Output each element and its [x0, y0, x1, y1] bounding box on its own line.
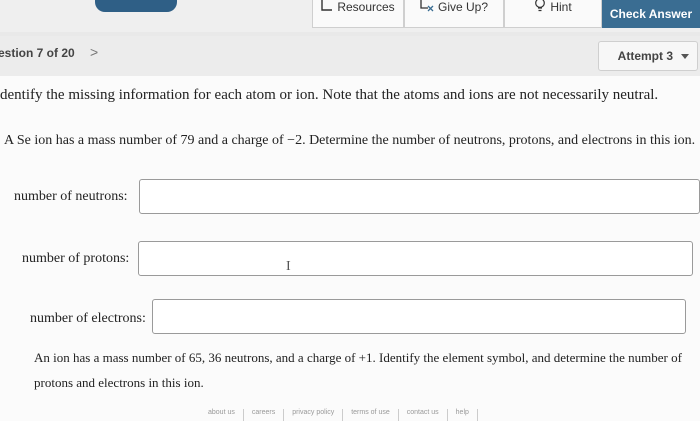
resources-label: Resources	[337, 0, 395, 14]
protons-label: number of protons:	[22, 251, 130, 266]
check-answer-button[interactable]: Check Answer	[602, 0, 700, 28]
hint-bulb-icon	[534, 0, 546, 15]
neutrons-input[interactable]	[139, 179, 700, 214]
electrons-input[interactable]	[152, 299, 686, 334]
give-up-icon	[420, 0, 434, 15]
question-nav-bar	[0, 36, 700, 76]
score-label	[0, 0, 90, 10]
footer-link-careers[interactable]: careers	[244, 409, 285, 421]
next-question-chevron-icon[interactable]: >	[90, 44, 98, 60]
footer-link-contact[interactable]: contact us	[399, 409, 448, 421]
hint-label: Hint	[550, 0, 572, 14]
instruction-text: dentify the missing information for each…	[0, 87, 659, 103]
electrons-label: number of electrons:	[30, 311, 146, 326]
footer-link-terms[interactable]: terms of use	[343, 409, 399, 421]
question-2-text: An ion has a mass number of 65, 36 neutr…	[34, 350, 682, 390]
question-counter: estion 7 of 20	[0, 46, 75, 60]
give-up-label: Give Up?	[437, 0, 489, 14]
attempt-label: Attempt 3	[617, 49, 673, 63]
text-cursor-icon: I	[286, 259, 291, 274]
caret-down-icon	[681, 49, 689, 63]
score-pill	[95, 0, 177, 12]
footer-link-privacy[interactable]: privacy policy	[284, 409, 344, 421]
footer-links: about us careers privacy policy terms of…	[200, 409, 478, 421]
resources-icon	[321, 0, 333, 14]
footer-link-help[interactable]: help	[448, 409, 478, 421]
question-1-text: A Se ion has a mass number of 79 and a c…	[4, 133, 696, 148]
attempt-dropdown[interactable]: Attempt 3	[598, 41, 698, 71]
resources-button[interactable]: Resources	[312, 0, 404, 28]
footer-link-about[interactable]: about us	[200, 409, 244, 421]
protons-input[interactable]	[138, 241, 693, 276]
check-answer-label: Check Answer	[609, 7, 693, 21]
neutrons-label: number of neutrons:	[14, 189, 128, 204]
give-up-button[interactable]: Give Up?	[404, 0, 504, 28]
hint-button[interactable]: Hint	[504, 0, 602, 28]
